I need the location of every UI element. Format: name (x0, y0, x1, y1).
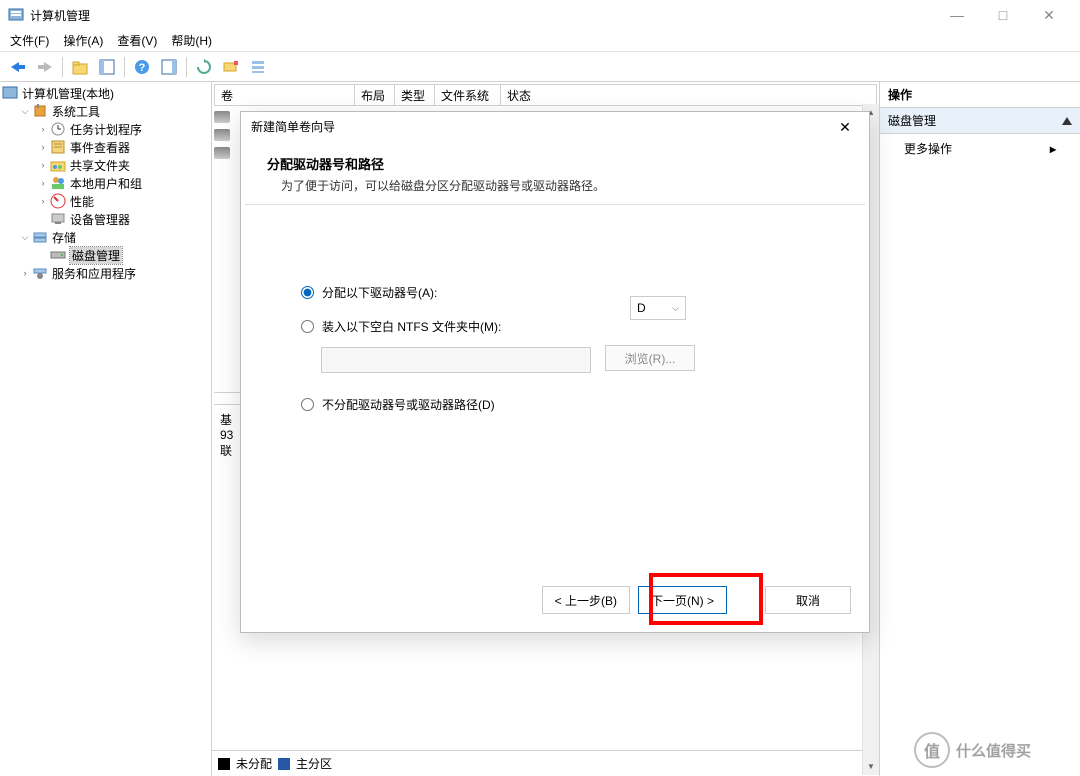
expand-icon[interactable]: › (36, 178, 50, 188)
minimize-button[interactable]: — (934, 0, 980, 30)
scroll-down-button[interactable]: ▼ (863, 758, 879, 775)
disk-icon (214, 129, 230, 141)
pane-button[interactable] (157, 55, 181, 79)
option-mount-folder[interactable]: 装入以下空白 NTFS 文件夹中(M): (301, 309, 819, 343)
expand-icon[interactable]: › (36, 142, 50, 152)
legend-primary: 主分区 (296, 755, 332, 772)
collapse-icon (1062, 117, 1072, 125)
tree-disk-management[interactable]: › 磁盘管理 (2, 246, 209, 264)
maximize-button[interactable]: □ (980, 0, 1026, 30)
expand-icon[interactable]: › (18, 268, 32, 278)
toolbar: ? (0, 52, 1080, 82)
tree-services-apps[interactable]: › 服务和应用程序 (2, 264, 209, 282)
up-button[interactable] (68, 55, 92, 79)
menu-action[interactable]: 操作(A) (63, 32, 103, 49)
disk-icon (214, 111, 230, 123)
refresh-button[interactable] (192, 55, 216, 79)
dialog-subtext: 为了便于访问，可以给磁盘分区分配驱动器号或驱动器路径。 (241, 175, 869, 204)
back-button[interactable]: < 上一步(B) (542, 586, 630, 614)
menu-file[interactable]: 文件(F) (10, 32, 49, 49)
tree-task-scheduler[interactable]: › 任务计划程序 (2, 120, 209, 138)
dialog-body: 分配以下驱动器号(A): 装入以下空白 NTFS 文件夹中(M): 浏览(R).… (241, 205, 869, 574)
option-assign-letter[interactable]: 分配以下驱动器号(A): (301, 275, 819, 309)
legend-unallocated: 未分配 (236, 755, 272, 772)
watermark-badge: 值 (914, 732, 950, 768)
title-bar: 计算机管理 — □ ✕ (0, 0, 1080, 30)
mount-path-input (321, 347, 591, 373)
radio-no-assign[interactable] (301, 398, 314, 411)
browse-button: 浏览(R)... (605, 345, 695, 371)
tree-root[interactable]: 计算机管理(本地) (2, 84, 209, 102)
tree-shared-folders[interactable]: › 共享文件夹 (2, 156, 209, 174)
tree-device-manager[interactable]: › 设备管理器 (2, 210, 209, 228)
legend-swatch-unallocated (218, 758, 230, 770)
col-layout[interactable]: 布局 (355, 85, 395, 105)
col-type[interactable]: 类型 (395, 85, 435, 105)
dialog-close-button[interactable]: ✕ (825, 114, 865, 140)
dialog-button-row: < 上一步(B) 下一页(N) > 取消 (241, 574, 869, 632)
col-status[interactable]: 状态 (501, 85, 876, 105)
help-button[interactable]: ? (130, 55, 154, 79)
menu-bar: 文件(F) 操作(A) 查看(V) 帮助(H) (0, 30, 1080, 52)
expand-icon[interactable]: › (36, 160, 50, 170)
view-toggle-button[interactable] (95, 55, 119, 79)
actions-disk-management[interactable]: 磁盘管理 (880, 108, 1080, 134)
chevron-right-icon: ▸ (1050, 142, 1056, 156)
tree-local-users[interactable]: › 本地用户和组 (2, 174, 209, 192)
expand-icon[interactable]: › (36, 124, 50, 134)
svg-text:?: ? (139, 62, 146, 74)
option-no-assign[interactable]: 不分配驱动器号或驱动器路径(D) (301, 387, 819, 421)
menu-help[interactable]: 帮助(H) (171, 32, 212, 49)
new-volume-wizard-dialog: 新建简单卷向导 ✕ 分配驱动器号和路径 为了便于访问，可以给磁盘分区分配驱动器号… (240, 111, 870, 633)
list-button[interactable] (246, 55, 270, 79)
expand-icon[interactable]: ⌵ (18, 232, 32, 243)
cancel-button[interactable]: 取消 (765, 586, 851, 614)
col-filesystem[interactable]: 文件系统 (435, 85, 501, 105)
actions-more[interactable]: 更多操作 ▸ (880, 134, 1080, 163)
tree-event-viewer[interactable]: › 事件查看器 (2, 138, 209, 156)
app-icon (8, 7, 24, 23)
watermark: 值 什么值得买 (914, 730, 1074, 770)
close-button[interactable]: ✕ (1026, 0, 1072, 30)
chevron-down-icon: ⌵ (672, 303, 679, 314)
drive-letter-select[interactable]: D ⌵ (630, 296, 686, 320)
actions-panel: 操作 磁盘管理 更多操作 ▸ (880, 82, 1080, 776)
forward-button[interactable] (33, 55, 57, 79)
dialog-heading: 分配驱动器号和路径 (241, 140, 869, 175)
dialog-title: 新建简单卷向导 (241, 112, 869, 140)
radio-mount-folder[interactable] (301, 320, 314, 333)
window-title: 计算机管理 (30, 7, 934, 24)
actions-header: 操作 (880, 82, 1080, 108)
navigation-tree: 计算机管理(本地) ⌵ 系统工具 › 任务计划程序 › 事件查看器 › 共享文件… (0, 82, 212, 776)
watermark-text: 什么值得买 (956, 740, 1031, 761)
next-button[interactable]: 下一页(N) > (638, 586, 727, 614)
back-button[interactable] (6, 55, 30, 79)
radio-assign-letter[interactable] (301, 286, 314, 299)
expand-icon[interactable]: › (36, 196, 50, 206)
disk-icon (214, 147, 230, 159)
expand-icon[interactable]: ⌵ (18, 106, 32, 117)
tree-storage[interactable]: ⌵ 存储 (2, 228, 209, 246)
legend-swatch-primary (278, 758, 290, 770)
volume-table-header: 卷 布局 类型 文件系统 状态 (214, 84, 877, 106)
tree-performance[interactable]: › 性能 (2, 192, 209, 210)
tree-system-tools[interactable]: ⌵ 系统工具 (2, 102, 209, 120)
legend-bar: 未分配 主分区 (212, 750, 879, 776)
menu-view[interactable]: 查看(V) (117, 32, 157, 49)
col-volume[interactable]: 卷 (215, 85, 355, 105)
settings-button[interactable] (219, 55, 243, 79)
